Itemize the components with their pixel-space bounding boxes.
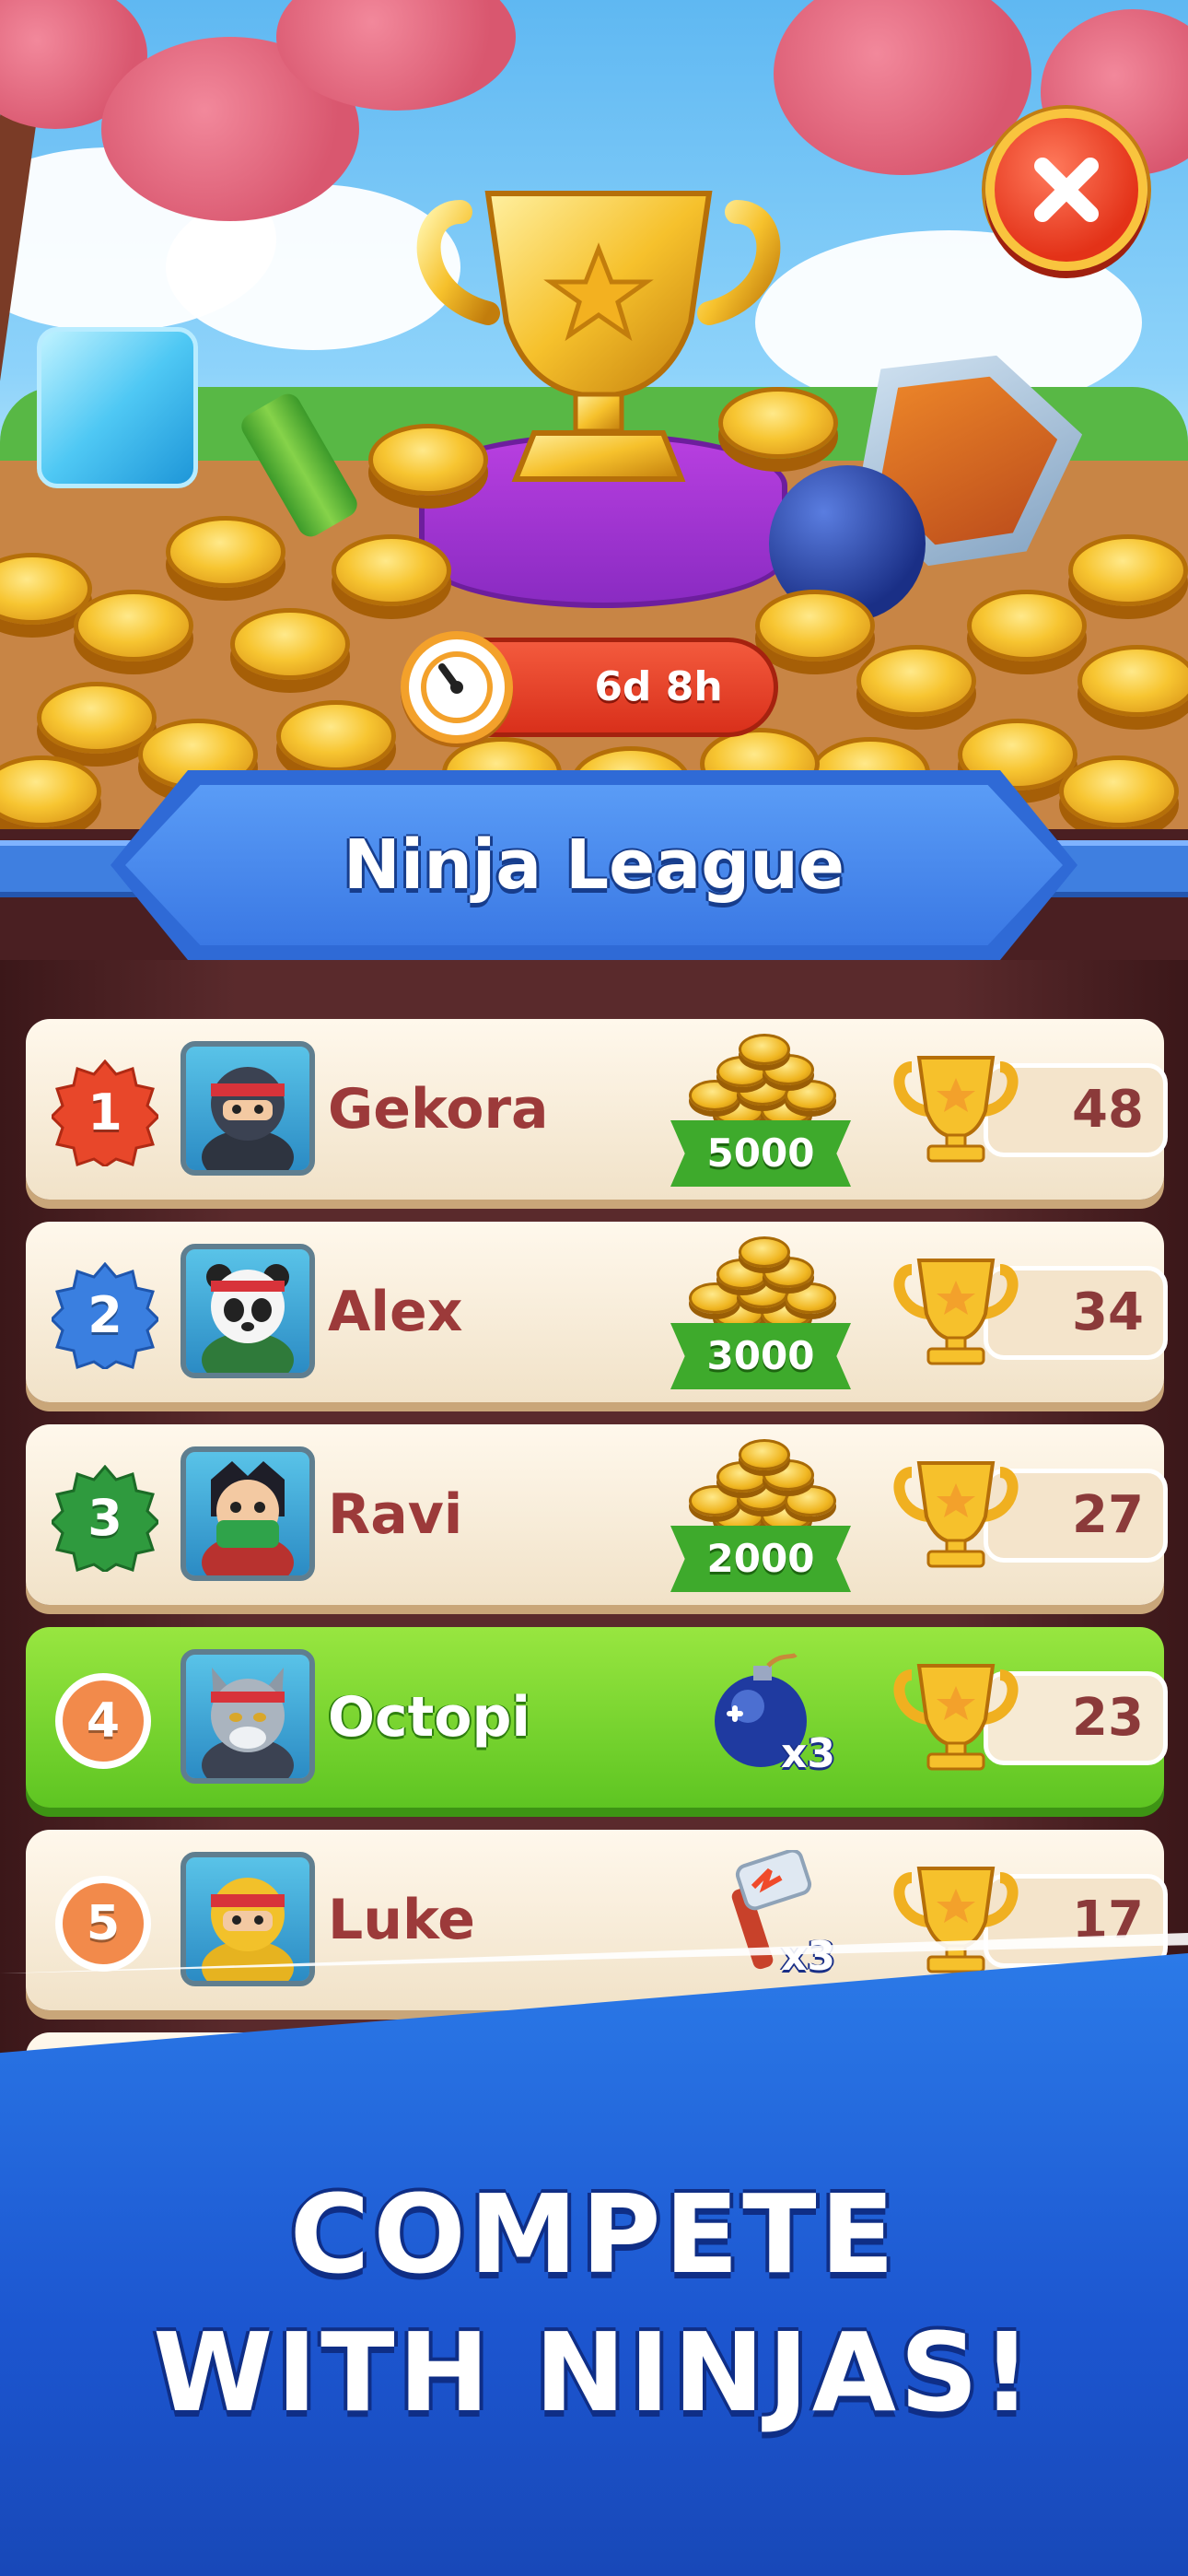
cat-avatar-icon: [202, 1668, 294, 1778]
reward-value: 3000: [706, 1333, 815, 1378]
avatar: [181, 1649, 315, 1784]
coin: [230, 608, 350, 680]
player-name: Luke: [328, 1888, 475, 1952]
avatar: [181, 1446, 315, 1581]
timer-text: 6d 8h: [594, 663, 723, 710]
reward-value: 5000: [706, 1130, 815, 1176]
hammer-reward: x3: [707, 1850, 855, 1994]
rank-number: 3: [87, 1489, 122, 1547]
coin-reward: 3000: [652, 1222, 873, 1402]
trophy-icon: [893, 1259, 1019, 1365]
multiplier: x3: [781, 1933, 835, 1980]
coin-reward: 5000: [652, 1019, 873, 1200]
coin: [332, 534, 451, 606]
coin-reward: 2000: [652, 1424, 873, 1605]
leaderboard-row-4-current-player[interactable]: 4 Octopi x3 23: [26, 1627, 1168, 1808]
player-name: Octopi: [328, 1685, 530, 1750]
trophy-icon: [416, 191, 781, 482]
trophy-icon: [893, 1867, 1019, 1973]
rank-badge: 4: [55, 1673, 151, 1769]
player-name: Ravi: [328, 1482, 463, 1547]
score-value: 23: [1072, 1688, 1144, 1748]
league-title: Ninja League: [343, 825, 845, 905]
coin: [74, 590, 193, 662]
leaderboard-row-3[interactable]: 3 Ravi 2000 27: [26, 1424, 1168, 1605]
trophy-icon: [893, 1056, 1019, 1163]
league-timer: 6d 8h: [401, 631, 778, 744]
close-icon: [1034, 158, 1099, 222]
avatar: [181, 1041, 315, 1176]
close-button[interactable]: [985, 109, 1147, 271]
promo-headline-line2: WITH NINJAS!: [153, 2309, 1035, 2436]
coin: [1059, 755, 1179, 827]
multiplier: x3: [781, 1730, 835, 1777]
rank-badge: 5: [55, 1876, 151, 1972]
coin: [276, 700, 396, 772]
rank-number: 4: [86, 1693, 121, 1749]
leaderboard-row-1[interactable]: 1 Gekora 5000 48: [26, 1019, 1168, 1200]
clock-icon: [401, 631, 513, 744]
reward-value: 2000: [706, 1536, 815, 1581]
rank-number: 2: [87, 1286, 122, 1344]
coin: [37, 682, 157, 754]
ninja-avatar-icon: [202, 1067, 294, 1170]
rank-number: 1: [87, 1083, 122, 1142]
score-value: 27: [1072, 1485, 1144, 1545]
score-value: 34: [1072, 1282, 1144, 1342]
rank-number: 5: [86, 1896, 121, 1951]
leaderboard-row-2[interactable]: 2 Alex 3000 34: [26, 1222, 1168, 1402]
coin: [755, 590, 875, 662]
hero-scene: 6d 8h: [0, 0, 1188, 829]
ninja-avatar-icon: [202, 1878, 294, 1981]
ninja-avatar-icon: [202, 1461, 294, 1575]
ice-cube-icon: [37, 327, 198, 488]
bomb-reward: x3: [707, 1653, 855, 1791]
avatar: [181, 1244, 315, 1378]
score-value: 48: [1072, 1080, 1144, 1140]
coin: [1077, 645, 1188, 717]
score-value: 17: [1072, 1891, 1144, 1950]
blossom: [774, 0, 1031, 175]
trophy-icon: [893, 1461, 1019, 1568]
coin: [856, 645, 976, 717]
panda-avatar-icon: [202, 1264, 294, 1373]
trophy-icon: [893, 1664, 1019, 1771]
coin: [1068, 534, 1188, 606]
coin: [967, 590, 1087, 662]
promo-headline-line1: COMPETE: [289, 2171, 899, 2298]
player-name: Alex: [328, 1280, 463, 1344]
player-name: Gekora: [328, 1077, 549, 1142]
coin: [166, 516, 285, 588]
